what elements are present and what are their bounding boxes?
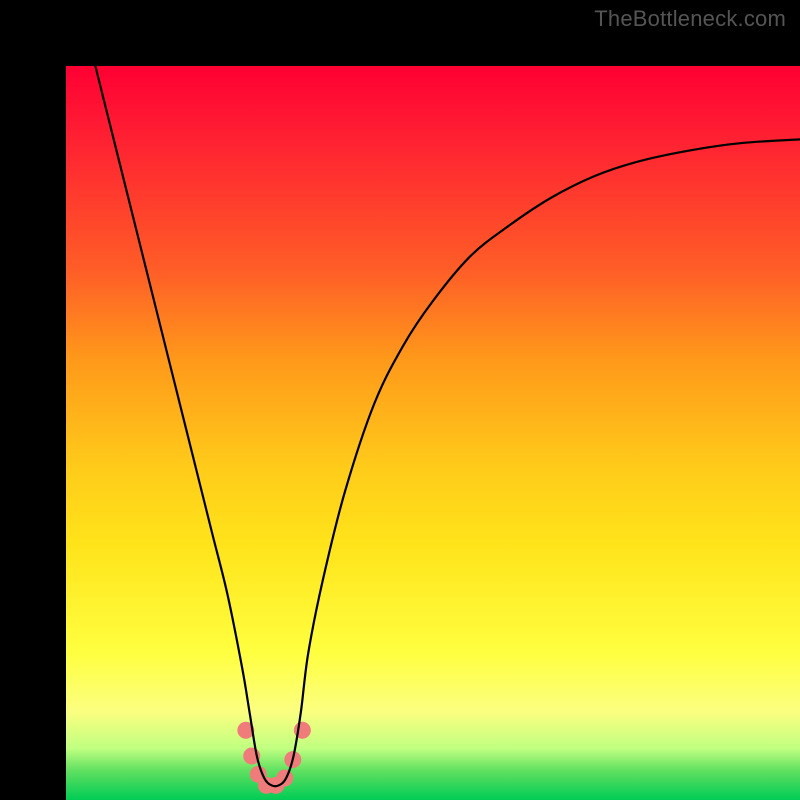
watermark-text: TheBottleneck.com bbox=[594, 6, 786, 32]
chart-frame bbox=[0, 0, 800, 800]
chart-markers bbox=[237, 722, 311, 794]
chart-svg-layer bbox=[66, 66, 800, 800]
chart-marker bbox=[276, 769, 293, 786]
chart-plot-area bbox=[66, 66, 800, 800]
bottleneck-curve bbox=[95, 66, 800, 786]
